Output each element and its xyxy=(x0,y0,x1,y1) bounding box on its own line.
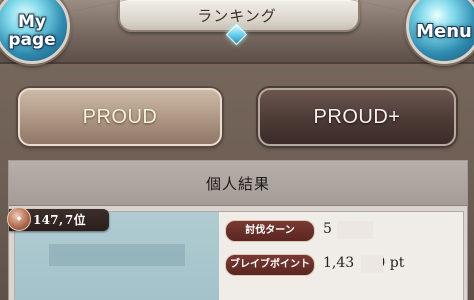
tab-proud-label: PROUD xyxy=(82,105,158,128)
tab-proud-plus[interactable]: PROUD+ xyxy=(258,88,456,146)
rank-ribbon: ◆ 147, 7位 xyxy=(7,207,109,231)
stat-label-turns: 討伐ターン xyxy=(225,220,315,242)
stat-row-brave-points: ブレイブポイント 1,43 00 pt xyxy=(221,252,463,278)
tab-proud-plus-label: PROUD+ xyxy=(313,105,401,128)
personal-result-card: ◆ 147, 7位 討伐ターン 5 ブレイブポイント 1,43 00 pt xyxy=(7,207,464,300)
mypage-label-line2: page xyxy=(8,30,56,50)
page-title: ランキング xyxy=(197,7,277,25)
header-bar: ランキング My page Menu xyxy=(0,0,474,64)
menu-button[interactable]: Menu xyxy=(406,0,474,64)
ranking-icon: ◆ xyxy=(7,207,31,231)
stat-value-points-redacted xyxy=(361,255,383,273)
stat-value-turns: 5 xyxy=(323,221,332,237)
personal-result-heading: 個人結果 xyxy=(9,161,467,206)
stat-row-turns: 討伐ターン 5 xyxy=(221,218,463,244)
player-name-redacted xyxy=(49,244,185,266)
menu-label: Menu xyxy=(416,21,472,42)
mypage-button[interactable]: My page xyxy=(0,0,70,64)
stat-value-turns-redacted xyxy=(337,221,373,239)
ranking-screen: ランキング My page Menu PROUD PROUD+ 個人結果 ◆ 1… xyxy=(0,0,474,300)
stat-label-brave-points: ブレイブポイント xyxy=(225,254,315,276)
mypage-label-line1: My xyxy=(18,12,46,32)
rank-value: 147, 7位 xyxy=(33,213,86,227)
personal-result-panel: 個人結果 ◆ 147, 7位 討伐ターン 5 ブレイブポイント 1,43 00 … xyxy=(7,160,468,300)
tab-proud[interactable]: PROUD xyxy=(18,88,222,146)
mypage-label: My page xyxy=(8,13,55,49)
